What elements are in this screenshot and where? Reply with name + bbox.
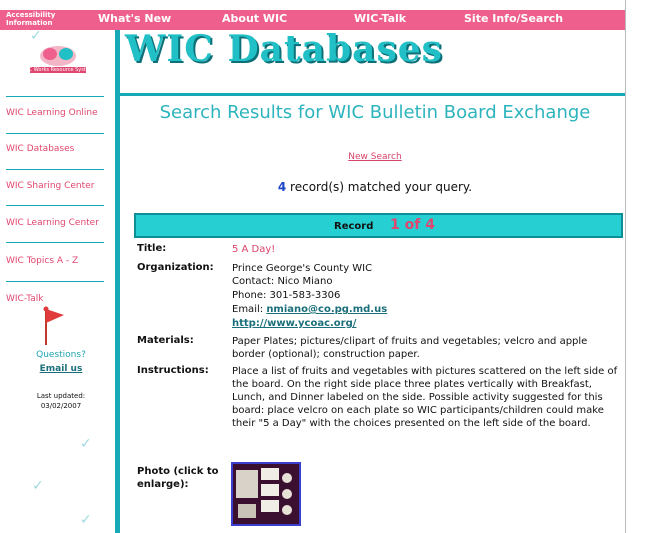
organization-url-link[interactable]: http://www.ycoac.org/ (232, 318, 356, 329)
materials-value: Paper Plates; pictures/clipart of fruits… (232, 336, 588, 360)
materials-label: Materials: (137, 335, 194, 346)
flag-icon (38, 305, 68, 347)
sidebar-item-sharing-center[interactable]: WIC Sharing Center (6, 181, 94, 191)
nav-site-info-search[interactable]: Site Info/Search (464, 12, 563, 25)
instructions-value: Place a list of fruits and vegetables wi… (232, 366, 618, 429)
organization-name: Prince George's County WIC (232, 263, 373, 274)
record-label: Record (334, 221, 374, 232)
sidebar-item-learning-online[interactable]: WIC Learning Online (6, 108, 98, 118)
results-title: Search Results for WIC Bulletin Board Ex… (159, 102, 591, 123)
sidebar-item-topics[interactable]: WIC Topics A - Z (6, 256, 78, 266)
nav-whats-new[interactable]: What's New (98, 12, 171, 25)
sidebar-rule (6, 281, 104, 282)
title-value: 5 A Day! (232, 244, 276, 255)
sidebar-rule (6, 133, 104, 134)
match-summary: 4 record(s) matched your query. (140, 180, 610, 194)
logo-text: WIC Works Resource System (22, 67, 94, 73)
organization-email-link[interactable]: nmiano@co.pg.md.us (266, 304, 387, 315)
record-header: Record 1 of 4 (134, 213, 623, 238)
new-search-link[interactable]: New Search (140, 152, 610, 162)
sidebar-item-learning-center[interactable]: WIC Learning Center (6, 218, 99, 228)
organization-contact: Contact: Nico Miano (232, 276, 333, 287)
sidebar-rule (6, 169, 104, 170)
check-icon: ✓ (32, 478, 44, 494)
sidebar-divider (115, 30, 120, 533)
email-us-link[interactable]: Email us (22, 364, 100, 374)
questions-text: Questions? (36, 350, 86, 360)
sidebar-rule (6, 242, 104, 243)
organization-url-row: http://www.ycoac.org/ (232, 317, 356, 330)
sidebar-rule (6, 205, 104, 206)
title-label: Title: (137, 243, 167, 254)
email-label: Email: (232, 304, 264, 315)
top-nav-bar: Accessibility Information What's New Abo… (0, 10, 625, 30)
photo-label: Photo (click to enlarge): (137, 466, 219, 490)
page-banner: WIC Databases (125, 28, 443, 70)
organization-label: Organization: (137, 262, 214, 273)
last-updated-date: 03/02/2007 (40, 402, 82, 410)
nav-about-wic[interactable]: About WIC (222, 12, 287, 25)
instructions-label: Instructions: (137, 365, 209, 376)
sidebar-rule (6, 96, 104, 97)
check-icon: ✓ (80, 436, 92, 452)
match-count: 4 (277, 180, 287, 194)
banner-divider (120, 93, 625, 96)
check-icon: ✓ (80, 512, 92, 528)
organization-email-row: Email: nmiano@co.pg.md.us (232, 303, 387, 316)
nav-wic-talk[interactable]: WIC-Talk (354, 12, 406, 25)
check-icon: ✓ (30, 28, 42, 44)
sidebar-item-wic-talk[interactable]: WIC-Talk (6, 294, 44, 304)
organization-phone: Phone: 301-583-3306 (232, 290, 341, 301)
wic-works-logo[interactable]: WIC Works Resource System (22, 42, 94, 76)
accessibility-link[interactable]: Accessibility Information (6, 11, 76, 27)
last-updated-label: Last updated: (36, 392, 86, 400)
match-text: record(s) matched your query. (290, 180, 473, 194)
photo-thumbnail[interactable] (231, 462, 301, 526)
sidebar-item-databases[interactable]: WIC Databases (6, 144, 74, 154)
record-counter: 1 of 4 (390, 217, 435, 233)
page-edge (625, 0, 626, 533)
